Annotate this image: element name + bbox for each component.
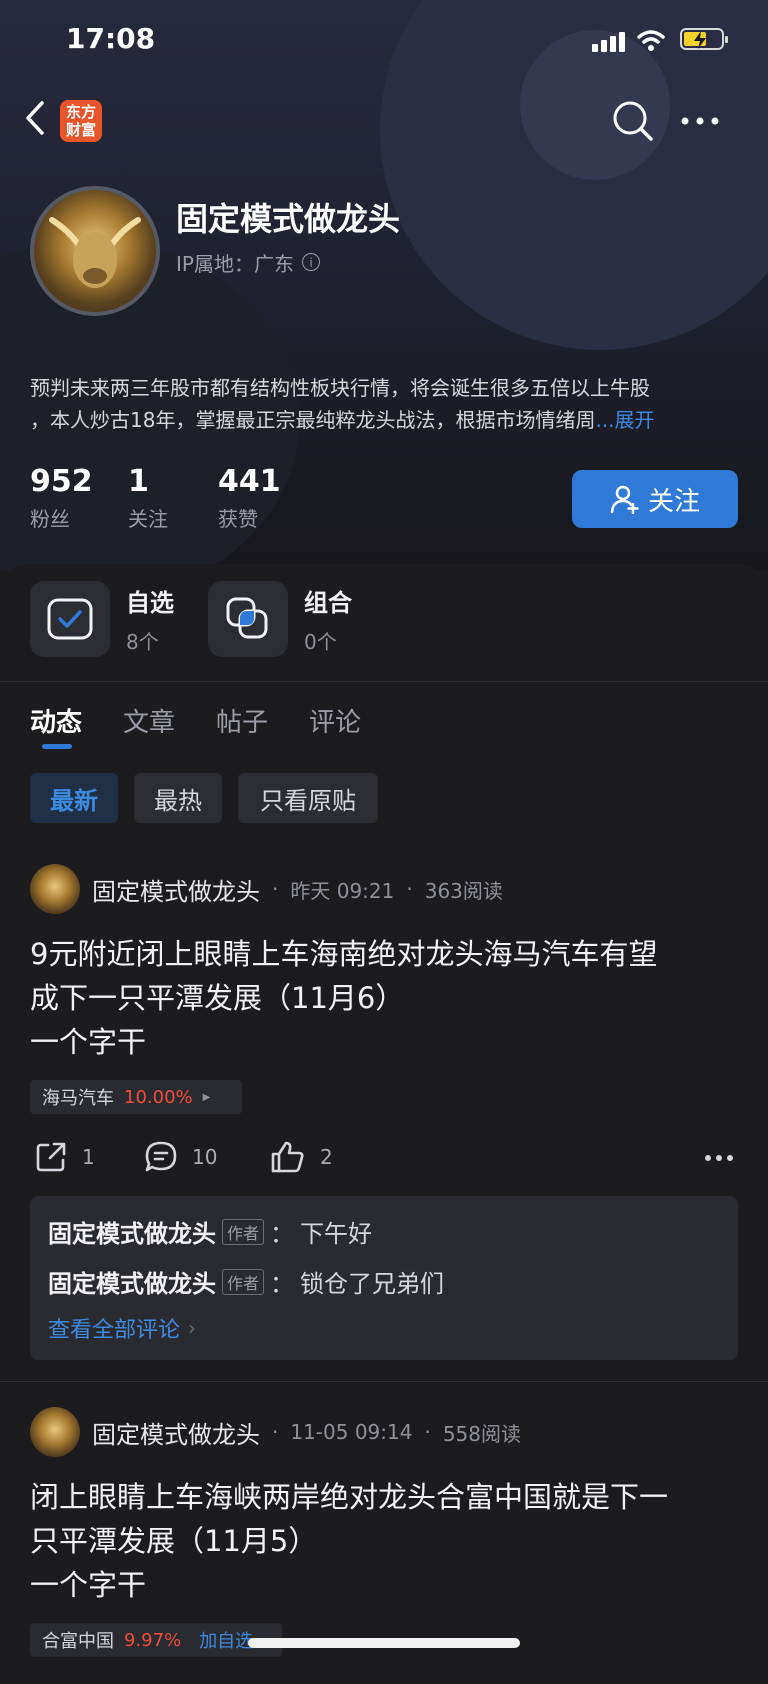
- author-avatar[interactable]: [30, 1407, 80, 1457]
- watchlist-entry[interactable]: 自选 8个: [30, 581, 174, 657]
- stock-name: 合富中国: [42, 1631, 114, 1652]
- more-options-icon[interactable]: [704, 1154, 734, 1162]
- back-arrow-icon[interactable]: [22, 100, 48, 136]
- follow-button[interactable]: 关注: [572, 470, 738, 528]
- author-badge: 作者: [222, 1218, 265, 1245]
- stock-change: 9.97%: [124, 1629, 182, 1651]
- comment-author[interactable]: 固定模式做龙头: [48, 1214, 216, 1249]
- filter-original-only[interactable]: 只看原贴: [238, 773, 378, 823]
- add-to-watchlist-link[interactable]: 加自选: [199, 1627, 253, 1653]
- comment-preview[interactable]: 固定模式做龙头 作者 ： 下午好 固定模式做龙头 作者 ： 锁仓了兄弟们 查看全…: [30, 1196, 738, 1360]
- post-title[interactable]: 闭上眼睛上车海峡两岸绝对龙头合富中国就是下一 只平潭发展（11月5） 一个字干: [30, 1475, 742, 1607]
- like-button[interactable]: 2: [270, 1140, 333, 1174]
- caret-right-icon: ▶: [202, 1091, 211, 1103]
- filter-latest[interactable]: 最新: [30, 773, 118, 823]
- chevron-right-icon: ›: [188, 1316, 197, 1340]
- comment-author[interactable]: 固定模式做龙头: [48, 1264, 216, 1299]
- comment-icon: [145, 1141, 177, 1172]
- thumbs-up-icon: [271, 1141, 304, 1173]
- comment-button[interactable]: 10: [144, 1140, 217, 1174]
- wifi-icon: [637, 30, 665, 51]
- share-icon: [36, 1142, 66, 1172]
- checkbox-icon: [30, 581, 110, 657]
- post-reads: 363阅读: [424, 878, 503, 903]
- expand-bio-link[interactable]: ...展开: [595, 408, 654, 432]
- app-logo: 东方 财富: [60, 100, 102, 142]
- post-author[interactable]: 固定模式做龙头: [92, 872, 260, 907]
- post-time: 11-05 09:14: [290, 1420, 413, 1444]
- profile-name: 固定模式做龙头: [176, 200, 401, 238]
- stat-following[interactable]: 1 关注: [128, 464, 168, 532]
- follow-label: 关注: [647, 486, 700, 517]
- divider: [0, 1381, 768, 1382]
- tab-indicator: [42, 744, 72, 749]
- profile-avatar[interactable]: [30, 186, 160, 316]
- post-title[interactable]: 9元附近闭上眼睛上车海南绝对龙头海马汽车有望 成下一只平潭发展（11月6） 一个…: [30, 932, 742, 1064]
- comment-item: 固定模式做龙头 作者 ： 锁仓了兄弟们: [48, 1264, 444, 1299]
- stat-fans[interactable]: 952 粉丝: [30, 464, 93, 532]
- post-author[interactable]: 固定模式做龙头: [92, 1415, 260, 1450]
- view-all-comments-link[interactable]: 查看全部评论 ›: [48, 1312, 196, 1344]
- tab-activity[interactable]: 动态: [30, 702, 82, 739]
- stock-change: 10.00%: [124, 1086, 193, 1108]
- info-icon[interactable]: i: [302, 253, 320, 271]
- comment-text: 锁仓了兄弟们: [300, 1270, 445, 1298]
- home-indicator: [248, 1638, 520, 1648]
- tab-comments[interactable]: 评论: [309, 702, 361, 739]
- author-avatar[interactable]: [30, 864, 80, 914]
- tab-articles[interactable]: 文章: [123, 702, 175, 739]
- status-time: 17:08: [66, 22, 156, 55]
- search-icon[interactable]: [612, 100, 654, 142]
- cellular-signal-icon: [592, 32, 625, 52]
- author-badge: 作者: [222, 1268, 265, 1295]
- post-reads: 558阅读: [442, 1421, 522, 1446]
- add-user-icon: [610, 485, 639, 514]
- profile-bio[interactable]: 预判未来两三年股市都有结构性板块行情，将会诞生很多五倍以上牛股 ，本人炒古18年…: [30, 372, 742, 436]
- comment-text: 下午好: [300, 1220, 373, 1248]
- post-time: 昨天 09:21: [290, 878, 395, 903]
- filter-hottest[interactable]: 最热: [134, 773, 222, 823]
- post-header[interactable]: 固定模式做龙头 · 11-05 09:14 · 558阅读: [30, 1407, 521, 1457]
- stock-name: 海马汽车: [42, 1088, 114, 1109]
- stat-likes[interactable]: 441 获赞: [218, 464, 281, 532]
- post-header[interactable]: 固定模式做龙头 · 昨天 09:21 · 363阅读: [30, 864, 503, 914]
- ip-location: IP属地：广东: [176, 252, 294, 276]
- comment-item: 固定模式做龙头 作者 ： 下午好: [48, 1214, 372, 1249]
- divider: [0, 681, 768, 682]
- layers-icon: [208, 581, 288, 657]
- tab-posts[interactable]: 帖子: [216, 702, 268, 739]
- bio-line: ，本人炒古18年，掌握最正宗最纯粹龙头战法，根据市场情绪周...展开: [30, 408, 655, 432]
- more-options-icon[interactable]: [680, 116, 720, 126]
- bio-line: 预判未来两三年股市都有结构性板块行情，将会诞生很多五倍以上牛股: [30, 376, 650, 400]
- share-button[interactable]: 1: [34, 1140, 95, 1174]
- stock-tag[interactable]: 合富中国 9.97% 加自选: [30, 1623, 282, 1657]
- portfolio-entry[interactable]: 组合 0个: [208, 581, 352, 657]
- battery-icon: [680, 28, 728, 50]
- stock-tag[interactable]: 海马汽车 10.00% ▶: [30, 1080, 242, 1114]
